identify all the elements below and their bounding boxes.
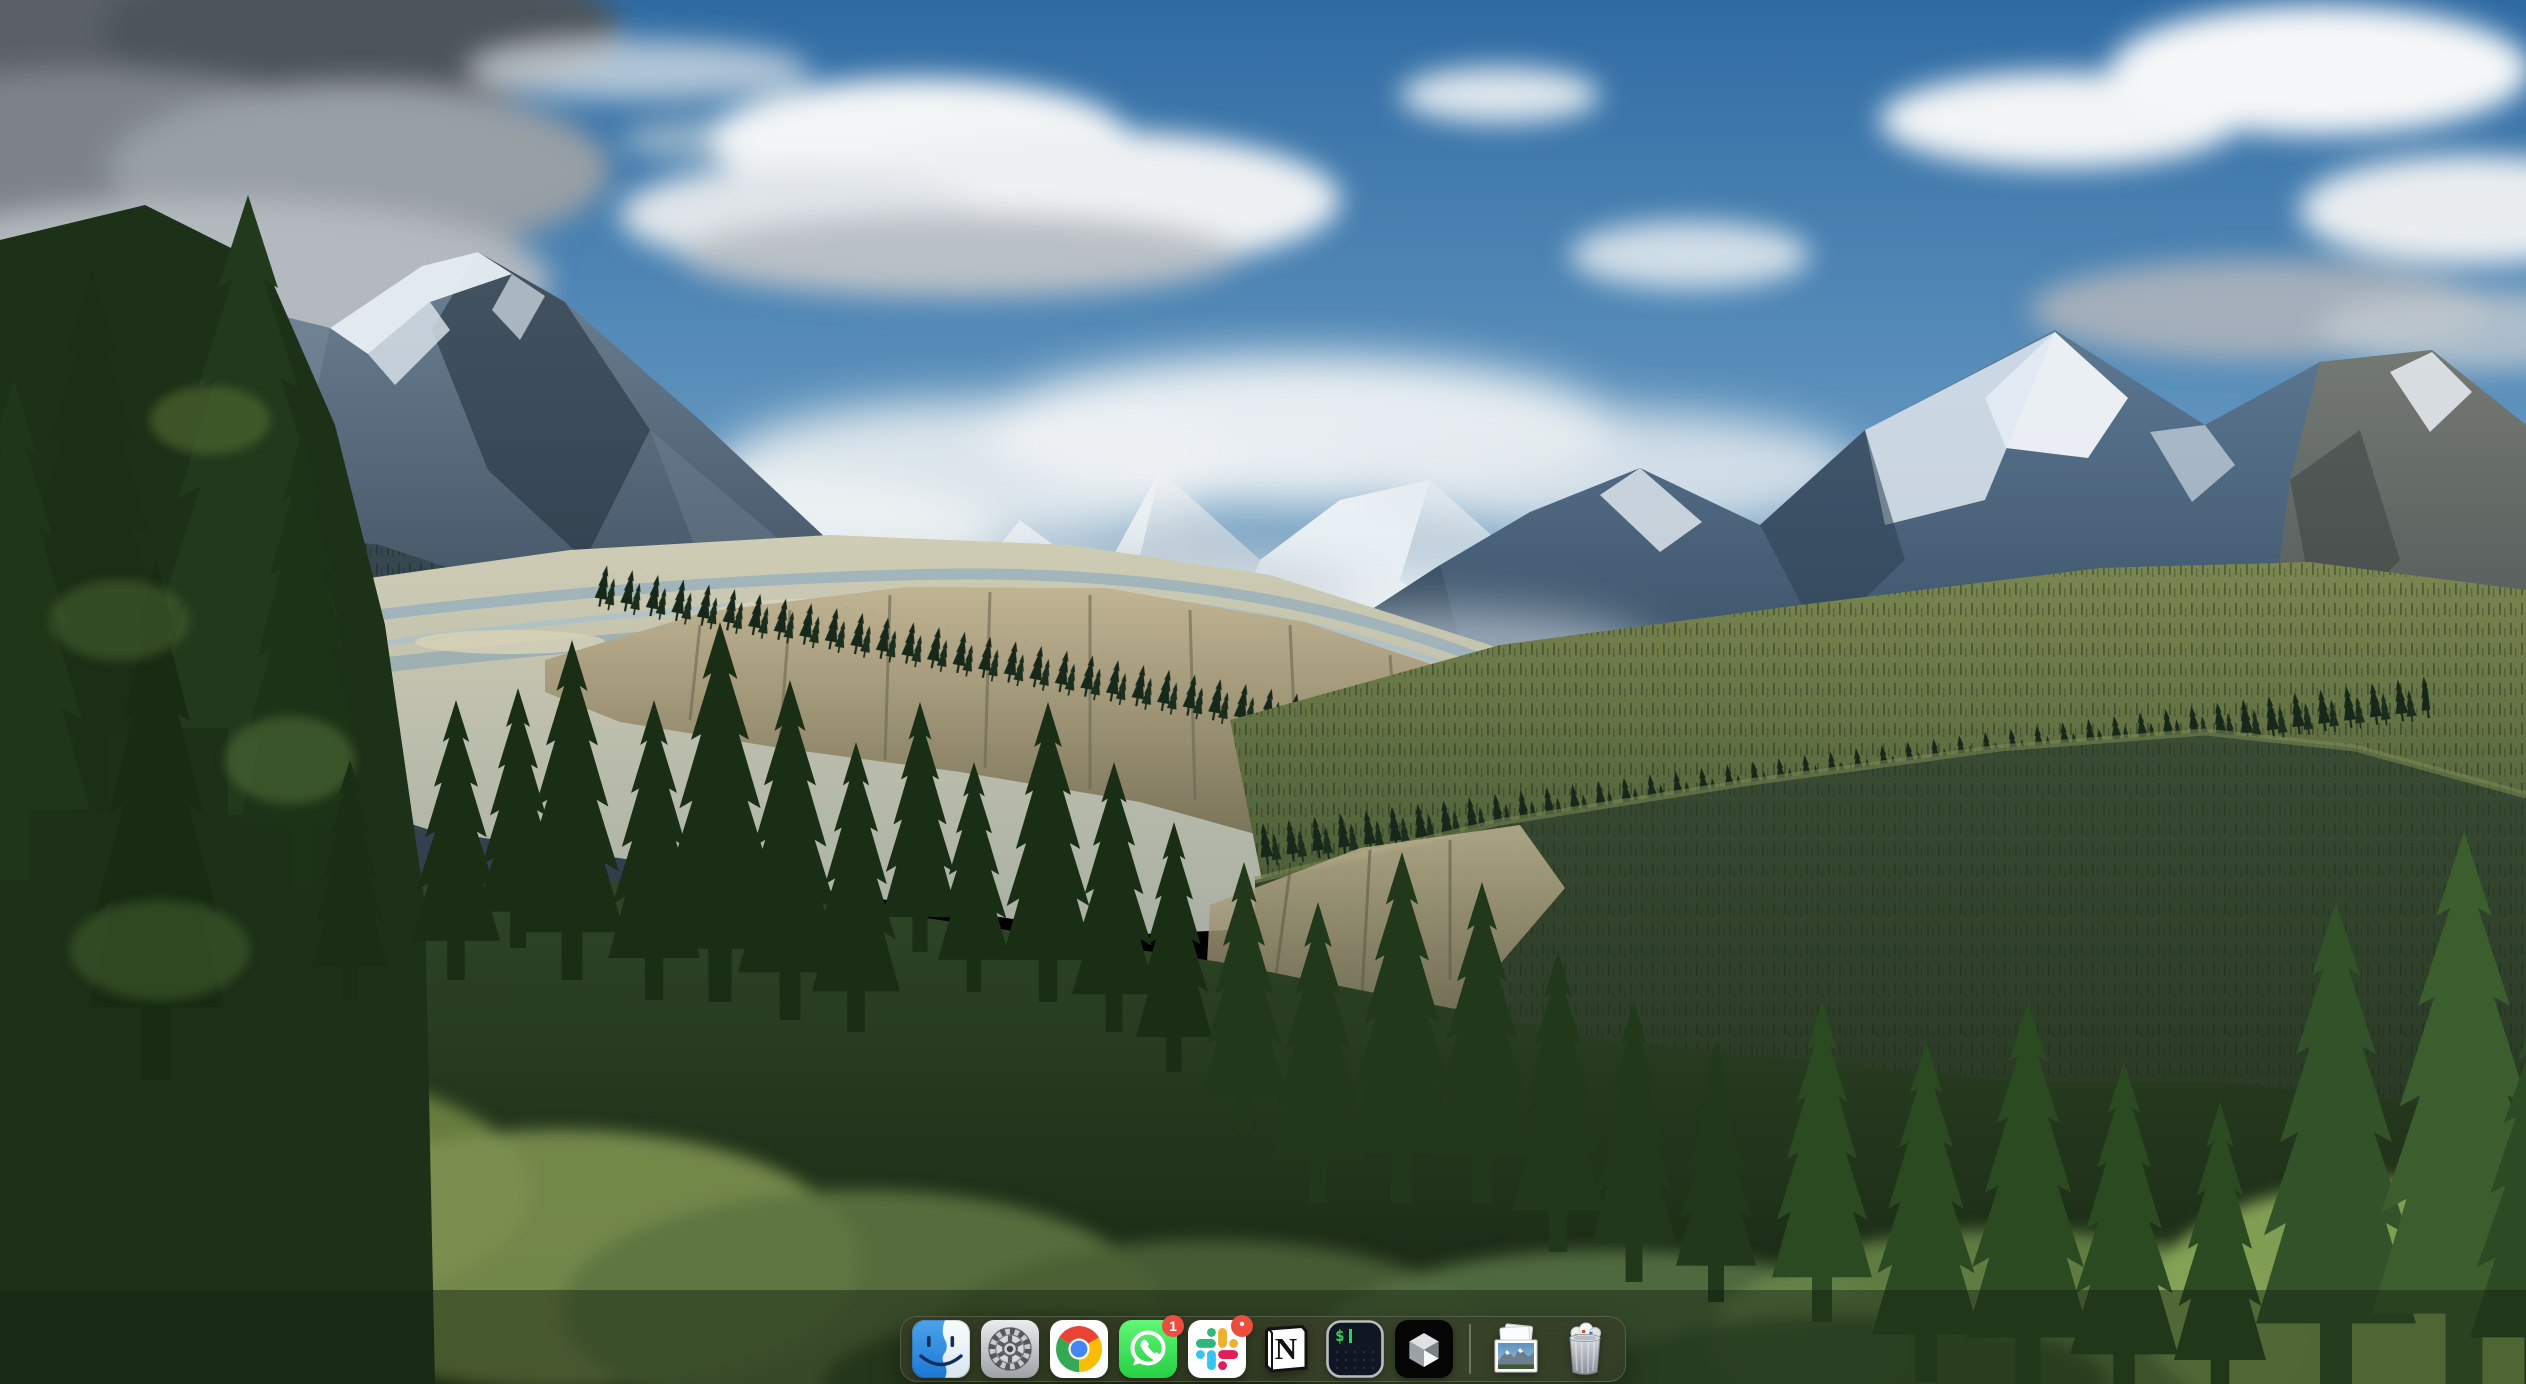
desktop-wallpaper — [0, 0, 2526, 1384]
slack-badge: • — [1231, 1315, 1253, 1337]
terminal-cursor — [1349, 1329, 1352, 1343]
dock-separator — [1469, 1324, 1471, 1374]
whatsapp-badge: 1 — [1162, 1315, 1184, 1337]
dock-item-trash[interactable] — [1556, 1320, 1614, 1378]
cursor-cube-icon — [1395, 1320, 1453, 1378]
dock-item-terminal[interactable]: $ — [1326, 1320, 1384, 1378]
desktop: 1 • N — [0, 0, 2526, 1384]
downloads-stack-icon — [1487, 1320, 1545, 1378]
notion-letter: N — [1275, 1333, 1297, 1364]
dock-item-chrome[interactable] — [1050, 1320, 1108, 1378]
dock-item-cursor[interactable] — [1395, 1320, 1453, 1378]
dock-item-slack[interactable]: • — [1188, 1320, 1246, 1378]
dock-item-whatsapp[interactable]: 1 — [1119, 1320, 1177, 1378]
dock: 1 • N — [900, 1316, 1626, 1382]
dock-item-finder[interactable] — [912, 1320, 970, 1378]
chrome-icon — [1050, 1320, 1108, 1378]
dock-item-notion[interactable]: N — [1257, 1320, 1315, 1378]
terminal-prompt: $ — [1335, 1328, 1345, 1344]
finder-icon — [912, 1320, 970, 1378]
dock-item-system-settings[interactable] — [981, 1320, 1039, 1378]
trash-full-icon — [1556, 1320, 1614, 1378]
dock-item-downloads[interactable] — [1487, 1320, 1545, 1378]
gear-icon — [981, 1320, 1039, 1378]
